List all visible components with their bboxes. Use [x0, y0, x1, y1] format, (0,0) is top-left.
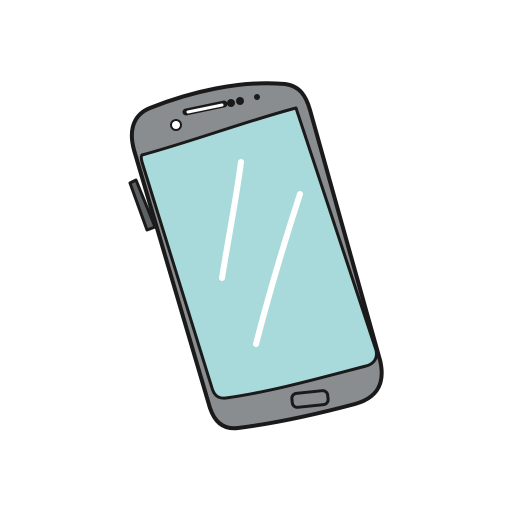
sensor-icon [236, 97, 244, 105]
home-button [290, 389, 330, 409]
phone-screen [139, 106, 378, 400]
smartphone-icon [128, 81, 384, 431]
sensor-icon [227, 99, 235, 107]
sensor-icon [254, 94, 260, 100]
front-camera-icon [170, 119, 182, 131]
phone-illustration-stage [0, 0, 512, 512]
